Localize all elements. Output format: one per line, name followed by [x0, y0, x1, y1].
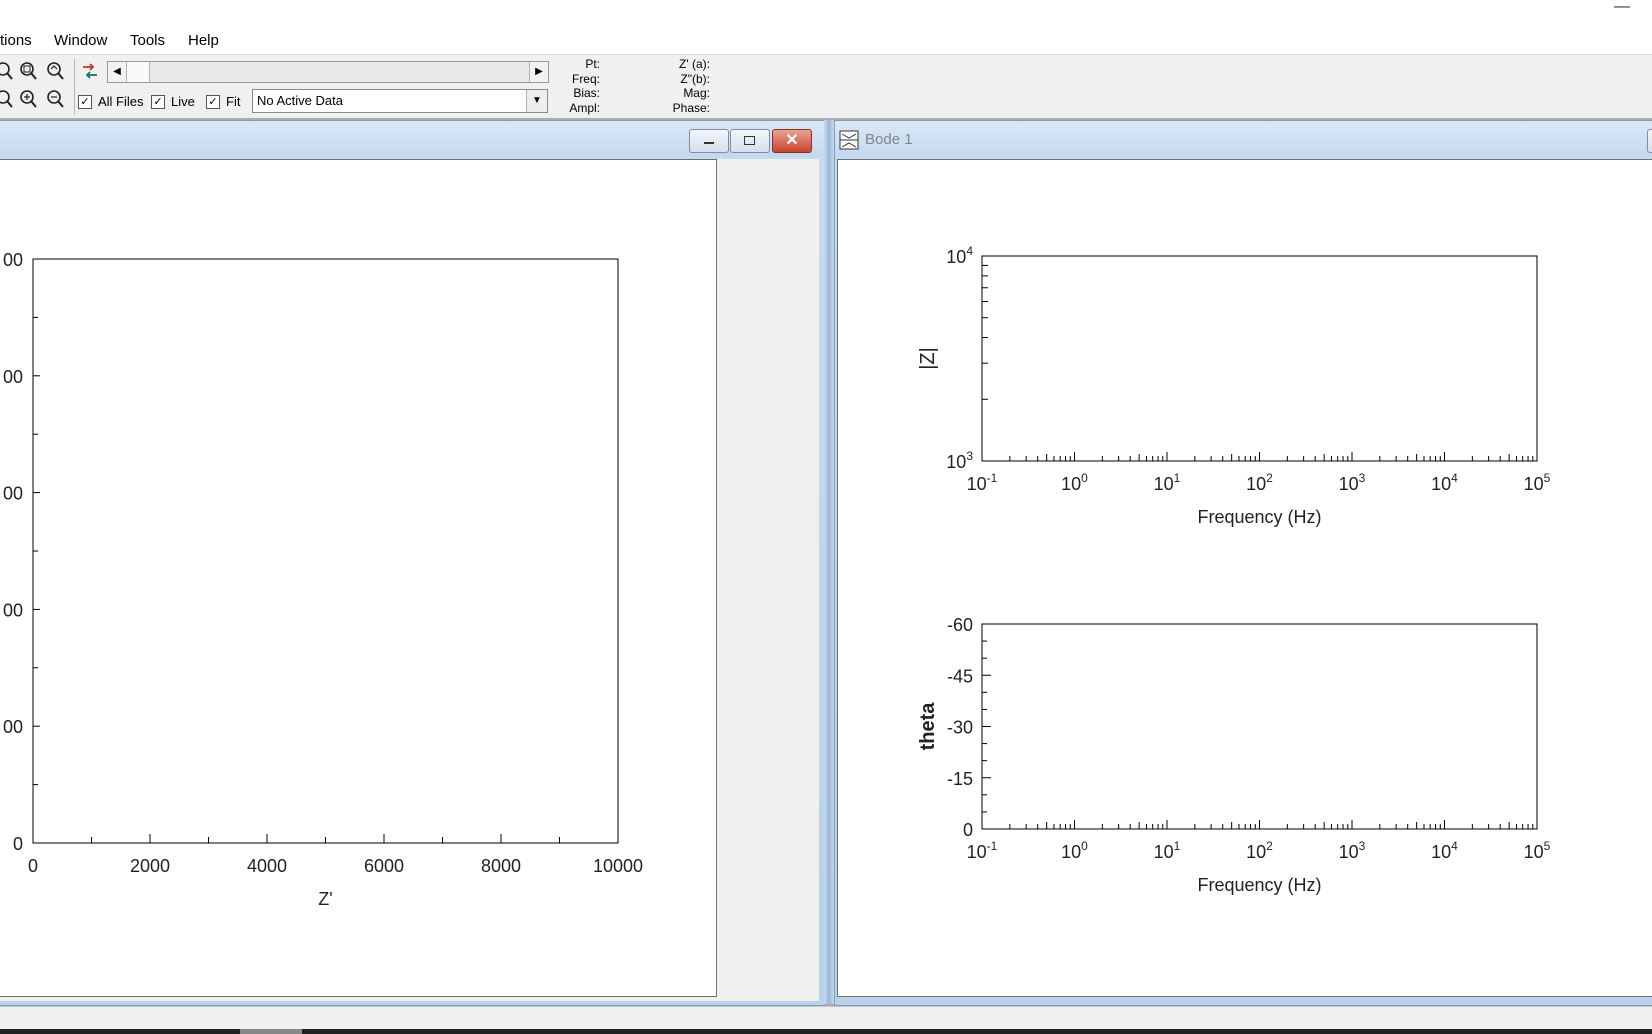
- nyquist-plot-area[interactable]: 0 2000 4000 6000 8000 10000 00 00 00 00 00 0 Z': [0, 159, 717, 997]
- close-icon: ✕: [785, 132, 799, 149]
- y-tick-label: 00: [3, 484, 23, 504]
- readout-ampl: Ampl:: [569, 100, 600, 115]
- readout-freq: Freq:: [571, 71, 600, 86]
- close-button[interactable]: ✕: [772, 129, 812, 153]
- x-tick-label: 10000: [593, 856, 643, 876]
- y-axis-label-magnitude: |Z|: [917, 347, 939, 370]
- readout-labels-right: Z' (a): Z"(b): Mag: Phase:: [630, 57, 710, 115]
- bode-window-title: Bode 1: [865, 131, 913, 148]
- taskbar-strip-rest: [302, 1029, 1652, 1034]
- bode-plot-area[interactable]: 10-1 100 101 102 103 104 105 Frequency (Hz) 103 1…: [837, 159, 1652, 997]
- x-tick-label: 101: [1154, 839, 1181, 862]
- zoom-out-icon[interactable]: [0, 89, 14, 109]
- bode-minimize-button[interactable]: [1647, 129, 1652, 153]
- x-tick-label: 102: [1246, 471, 1273, 494]
- menu-options[interactable]: tions: [0, 32, 32, 49]
- plot-frame-phase: [981, 623, 1538, 830]
- all-files-label: All Files: [98, 94, 144, 109]
- x-tick-label: 4000: [247, 856, 287, 876]
- y-tick-label: -60: [947, 615, 973, 635]
- x-tick-label: 10-1: [967, 471, 998, 494]
- live-checkbox[interactable]: ✓: [151, 95, 165, 109]
- x-tick-label: 10-1: [967, 839, 998, 862]
- menu-window[interactable]: Window: [54, 32, 107, 49]
- live-label: Live: [171, 94, 195, 109]
- readout-z-imag: Z"(b):: [680, 71, 710, 86]
- menu-bar: tions Window Tools Help: [0, 28, 1652, 54]
- bode-plot-icon: [839, 130, 859, 150]
- taskbar-strip: [0, 1029, 240, 1034]
- fit-checkbox[interactable]: ✓: [206, 95, 220, 109]
- x-axis-label: Frequency (Hz): [1197, 875, 1321, 895]
- x-tick-label: 0: [28, 856, 38, 876]
- nyquist-window: ✕ 0 2000 4000 6000 8000 10000 00 00 00 00 00 0 Z': [0, 120, 826, 1006]
- zoom-in-icon[interactable]: [0, 61, 14, 81]
- restore-icon: [744, 136, 755, 145]
- x-tick-label: 100: [1061, 839, 1088, 862]
- readout-labels-left: Pt: Freq: Bias: Ampl:: [540, 57, 600, 115]
- scroll-left-icon[interactable]: ◀: [108, 62, 127, 82]
- y-tick-label: 00: [3, 367, 23, 387]
- y-tick-label: 104: [946, 244, 973, 267]
- x-tick-label: 6000: [364, 856, 404, 876]
- menu-tools[interactable]: Tools: [130, 32, 165, 49]
- taskbar-strip-active: [240, 1029, 302, 1034]
- bode-window: Bode 1 10-1 100 101 102 103 104 105 Frequency (…: [834, 120, 1652, 1006]
- bode-title-bar[interactable]: Bode 1: [835, 121, 1652, 157]
- menu-help[interactable]: Help: [188, 32, 219, 49]
- toolbar: ◀ ▶ ✓ All Files ✓ Live ✓ Fit No Active D…: [0, 54, 1652, 120]
- y-tick-label: -30: [947, 718, 973, 738]
- plot-frame-magnitude: [981, 255, 1538, 462]
- zoom-out-icon[interactable]: [45, 89, 65, 109]
- x-tick-label: 104: [1431, 839, 1458, 862]
- active-data-value: No Active Data: [257, 93, 343, 108]
- window-splitter[interactable]: [824, 120, 834, 1004]
- x-tick-label: 103: [1339, 471, 1366, 494]
- mdi-workspace: ✕ 0 2000 4000 6000 8000 10000 00 00 00 00 00 0 Z' Bo…: [0, 118, 1652, 1006]
- active-data-select[interactable]: No Active Data ▼: [252, 89, 548, 113]
- y-tick-label: -15: [947, 769, 973, 789]
- minimize-icon: [704, 142, 714, 144]
- x-tick-label: 105: [1524, 471, 1551, 494]
- y-tick-label: 00: [3, 717, 23, 737]
- status-bar: [0, 1006, 1652, 1034]
- x-tick-label: 8000: [481, 856, 521, 876]
- x-tick-label: 102: [1246, 839, 1273, 862]
- minimize-icon[interactable]: —: [1614, 0, 1630, 16]
- readout-mag: Mag:: [683, 86, 710, 101]
- readout-z-real: Z' (a):: [679, 57, 710, 71]
- y-tick-label: 0: [13, 834, 23, 854]
- zoom-in-icon[interactable]: [18, 89, 38, 109]
- y-tick-label: 00: [3, 600, 23, 620]
- y-axis-label-phase: theta: [917, 702, 939, 751]
- zoom-region-icon[interactable]: [18, 61, 38, 81]
- y-tick-label: 00: [3, 250, 23, 270]
- x-tick-label: 103: [1339, 839, 1366, 862]
- nyquist-chart: 0 2000 4000 6000 8000 1000000000000000Z': [3, 250, 643, 909]
- scroll-thumb[interactable]: [127, 62, 150, 82]
- point-scrollbar[interactable]: ◀ ▶: [107, 61, 549, 83]
- x-tick-label: 105: [1524, 839, 1551, 862]
- x-axis-label: Frequency (Hz): [1197, 507, 1321, 527]
- restore-button[interactable]: [730, 129, 770, 153]
- x-tick-label: 101: [1154, 471, 1181, 494]
- swap-arrows-icon[interactable]: [80, 61, 100, 81]
- x-axis-label: Z': [318, 889, 332, 909]
- readout-phase: Phase:: [672, 100, 710, 115]
- y-tick-label: 103: [946, 449, 973, 472]
- readout-pt: Pt:: [585, 57, 600, 71]
- bode-chart: 10-1 100 101 102 103 104 105Frequency (Hz)1031…: [917, 244, 1551, 895]
- fit-label: Fit: [226, 94, 241, 109]
- all-files-checkbox[interactable]: ✓: [78, 95, 92, 109]
- toolbar-separator: [74, 59, 75, 115]
- plot-frame: [32, 258, 619, 844]
- x-tick-label: 104: [1431, 471, 1458, 494]
- x-tick-label: 100: [1061, 471, 1088, 494]
- readout-bias: Bias:: [573, 86, 600, 101]
- zoom-fit-icon[interactable]: [45, 61, 65, 81]
- x-tick-label: 2000: [130, 856, 170, 876]
- y-tick-label: 0: [963, 820, 973, 840]
- y-tick-label: -45: [947, 666, 973, 686]
- minimize-button[interactable]: [689, 129, 729, 153]
